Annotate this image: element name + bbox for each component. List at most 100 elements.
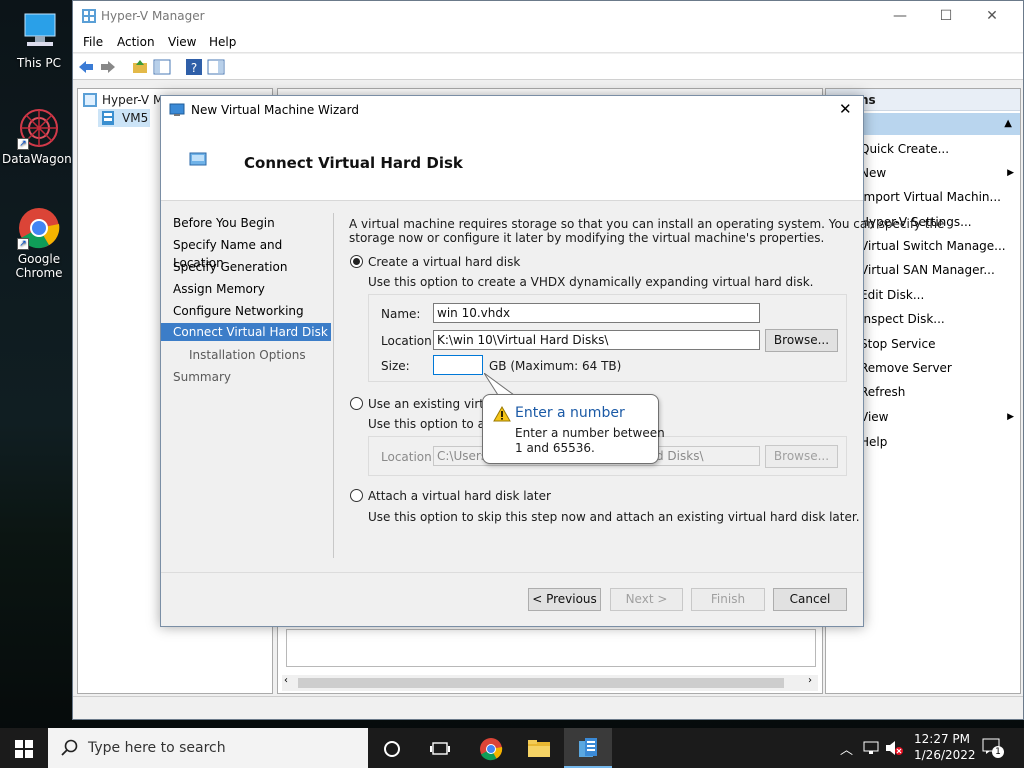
- step-before-you-begin[interactable]: Before You Begin: [161, 214, 331, 232]
- cancel-button[interactable]: Cancel: [773, 588, 847, 611]
- step-installation-options[interactable]: Installation Options: [161, 346, 331, 364]
- notification-center[interactable]: 1: [982, 738, 1004, 760]
- vhd-size-input[interactable]: [433, 355, 483, 375]
- wizard-titlebar[interactable]: New Virtual Machine Wizard ✕: [161, 96, 863, 124]
- step-summary[interactable]: Summary: [161, 368, 331, 386]
- create-vhd-description: Use this option to create a VHDX dynamic…: [368, 275, 814, 289]
- step-assign-memory[interactable]: Assign Memory: [161, 280, 331, 298]
- vhd-location-input[interactable]: K:\win 10\Virtual Hard Disks\: [433, 330, 760, 350]
- hyperv-node-icon: [83, 93, 97, 107]
- hyperv-titlebar[interactable]: Hyper-V Manager — ☐ ✕: [73, 1, 1023, 31]
- action-remove-server[interactable]: Remove Server: [860, 361, 952, 375]
- up-folder-icon[interactable]: [131, 58, 149, 76]
- action-virtual-switch-manager[interactable]: Virtual Switch Manage...: [860, 239, 1006, 253]
- menu-view[interactable]: View: [168, 35, 196, 49]
- taskbar-search-box[interactable]: Type here to search: [48, 728, 368, 768]
- submenu-arrow-icon: ▶: [1007, 168, 1014, 178]
- maximize-button[interactable]: ☐: [923, 1, 969, 31]
- scroll-left-icon[interactable]: ‹: [284, 675, 288, 686]
- taskbar: Type here to search ︿ 12:27 PM 1/26/2022…: [0, 728, 1024, 768]
- horizontal-scrollbar[interactable]: ‹ ›: [282, 675, 818, 691]
- step-configure-networking[interactable]: Configure Networking: [161, 302, 331, 320]
- desktop-icon-chrome[interactable]: ↗ Google Chrome: [2, 206, 76, 280]
- attach-later-description: Use this option to skip this step now an…: [368, 510, 860, 524]
- close-button[interactable]: ✕: [969, 1, 1015, 31]
- tray-chevron-icon[interactable]: ︿: [840, 739, 853, 758]
- action-stop-service[interactable]: Stop Service: [860, 337, 935, 351]
- menu-action[interactable]: Action: [117, 35, 155, 49]
- tree-root-label[interactable]: Hyper-V M: [102, 93, 163, 107]
- hyperv-taskbar-button[interactable]: [564, 728, 612, 768]
- wizard-header: Connect Virtual Hard Disk: [161, 124, 863, 201]
- status-bar: [73, 696, 1023, 719]
- search-placeholder: Type here to search: [88, 740, 226, 756]
- volume-muted-icon[interactable]: [885, 740, 903, 756]
- details-panel: [286, 629, 816, 667]
- hyperv-taskbar-icon: [579, 738, 597, 757]
- vhd-name-input[interactable]: win 10.vhdx: [433, 303, 760, 323]
- action-quick-create[interactable]: Quick Create...: [860, 142, 949, 156]
- attach-later-label[interactable]: Attach a virtual hard disk later: [368, 489, 551, 503]
- use-existing-vhd-radio[interactable]: [350, 397, 363, 410]
- vm-monitor-icon: [169, 103, 185, 116]
- file-explorer-icon[interactable]: [527, 738, 551, 758]
- back-arrow-icon[interactable]: [77, 58, 95, 76]
- scrollbar-thumb[interactable]: [298, 678, 784, 688]
- hyperv-title: Hyper-V Manager: [101, 9, 205, 23]
- network-icon[interactable]: [863, 741, 879, 755]
- hard-disk-icon: [189, 152, 207, 166]
- forward-arrow-icon[interactable]: [99, 58, 117, 76]
- create-vhd-label[interactable]: Create a virtual hard disk: [368, 255, 520, 269]
- previous-button[interactable]: < Previous: [528, 588, 601, 611]
- step-connect-virtual-hard-disk[interactable]: Connect Virtual Hard Disk: [161, 323, 331, 341]
- tree-item-vm5[interactable]: VM5: [98, 109, 150, 127]
- footer-separator: [161, 572, 863, 573]
- step-specify-name-location[interactable]: Specify Name and Location: [161, 236, 331, 270]
- submenu-arrow-icon: ▶: [1007, 412, 1014, 422]
- action-refresh[interactable]: Refresh: [860, 385, 905, 399]
- minimize-button[interactable]: —: [877, 1, 923, 31]
- show-hide-tree-icon[interactable]: [153, 58, 171, 76]
- toolbar: ?: [73, 54, 1023, 80]
- desktop-icon-this-pc[interactable]: This PC: [2, 10, 76, 70]
- task-view-icon[interactable]: [430, 740, 450, 758]
- action-view[interactable]: View: [860, 410, 888, 424]
- create-vhd-group: Name: win 10.vhdx Location: K:\win 10\Vi…: [368, 294, 847, 382]
- show-hide-action-pane-icon[interactable]: [207, 58, 225, 76]
- windows-start-icon[interactable]: [15, 740, 33, 758]
- create-vhd-radio[interactable]: [350, 255, 363, 268]
- clock-date[interactable]: 1/26/2022: [914, 748, 976, 762]
- scroll-right-icon[interactable]: ›: [808, 675, 812, 686]
- desktop-icon-datawagon[interactable]: ↗ DataWagon...: [2, 106, 83, 166]
- existing-location-value-end: d Disks\: [656, 449, 704, 463]
- wizard-close-icon[interactable]: ✕: [839, 100, 852, 118]
- vhd-browse-button[interactable]: Browse...: [765, 329, 838, 352]
- vhd-name-label: Name:: [381, 307, 421, 321]
- menu-file[interactable]: File: [83, 35, 103, 49]
- action-virtual-san-manager[interactable]: Virtual SAN Manager...: [860, 263, 995, 277]
- action-inspect-disk[interactable]: Inspect Disk...: [860, 312, 945, 326]
- menu-help[interactable]: Help: [209, 35, 236, 49]
- cortana-icon[interactable]: [383, 740, 401, 758]
- vhd-location-label: Location:: [381, 334, 436, 348]
- new-vm-wizard-dialog: New Virtual Machine Wizard ✕ Connect Vir…: [160, 95, 944, 627]
- search-icon: [61, 739, 78, 756]
- vhd-size-label: Size:: [381, 359, 410, 373]
- chrome-taskbar-icon[interactable]: [479, 737, 503, 761]
- existing-browse-button: Browse...: [765, 445, 838, 468]
- action-import-vm[interactable]: Import Virtual Machin...: [860, 190, 1001, 204]
- this-pc-icon: [17, 10, 61, 54]
- help-icon[interactable]: ?: [185, 58, 203, 76]
- action-help[interactable]: Help: [860, 435, 887, 449]
- server-icon: [102, 111, 114, 125]
- desktop-icon-label: Google Chrome: [15, 252, 63, 280]
- intro-text-line2: storage now or configure it later by mod…: [349, 231, 825, 245]
- action-edit-disk[interactable]: Edit Disk...: [860, 288, 924, 302]
- attach-later-radio[interactable]: [350, 489, 363, 502]
- collapse-icon[interactable]: ▲: [1004, 118, 1012, 129]
- clock-time[interactable]: 12:27 PM: [914, 732, 970, 746]
- datawagon-icon: ↗: [17, 106, 61, 150]
- wizard-title: New Virtual Machine Wizard: [191, 103, 359, 117]
- step-specify-generation[interactable]: Specify Generation: [161, 258, 331, 276]
- finish-button: Finish: [691, 588, 765, 611]
